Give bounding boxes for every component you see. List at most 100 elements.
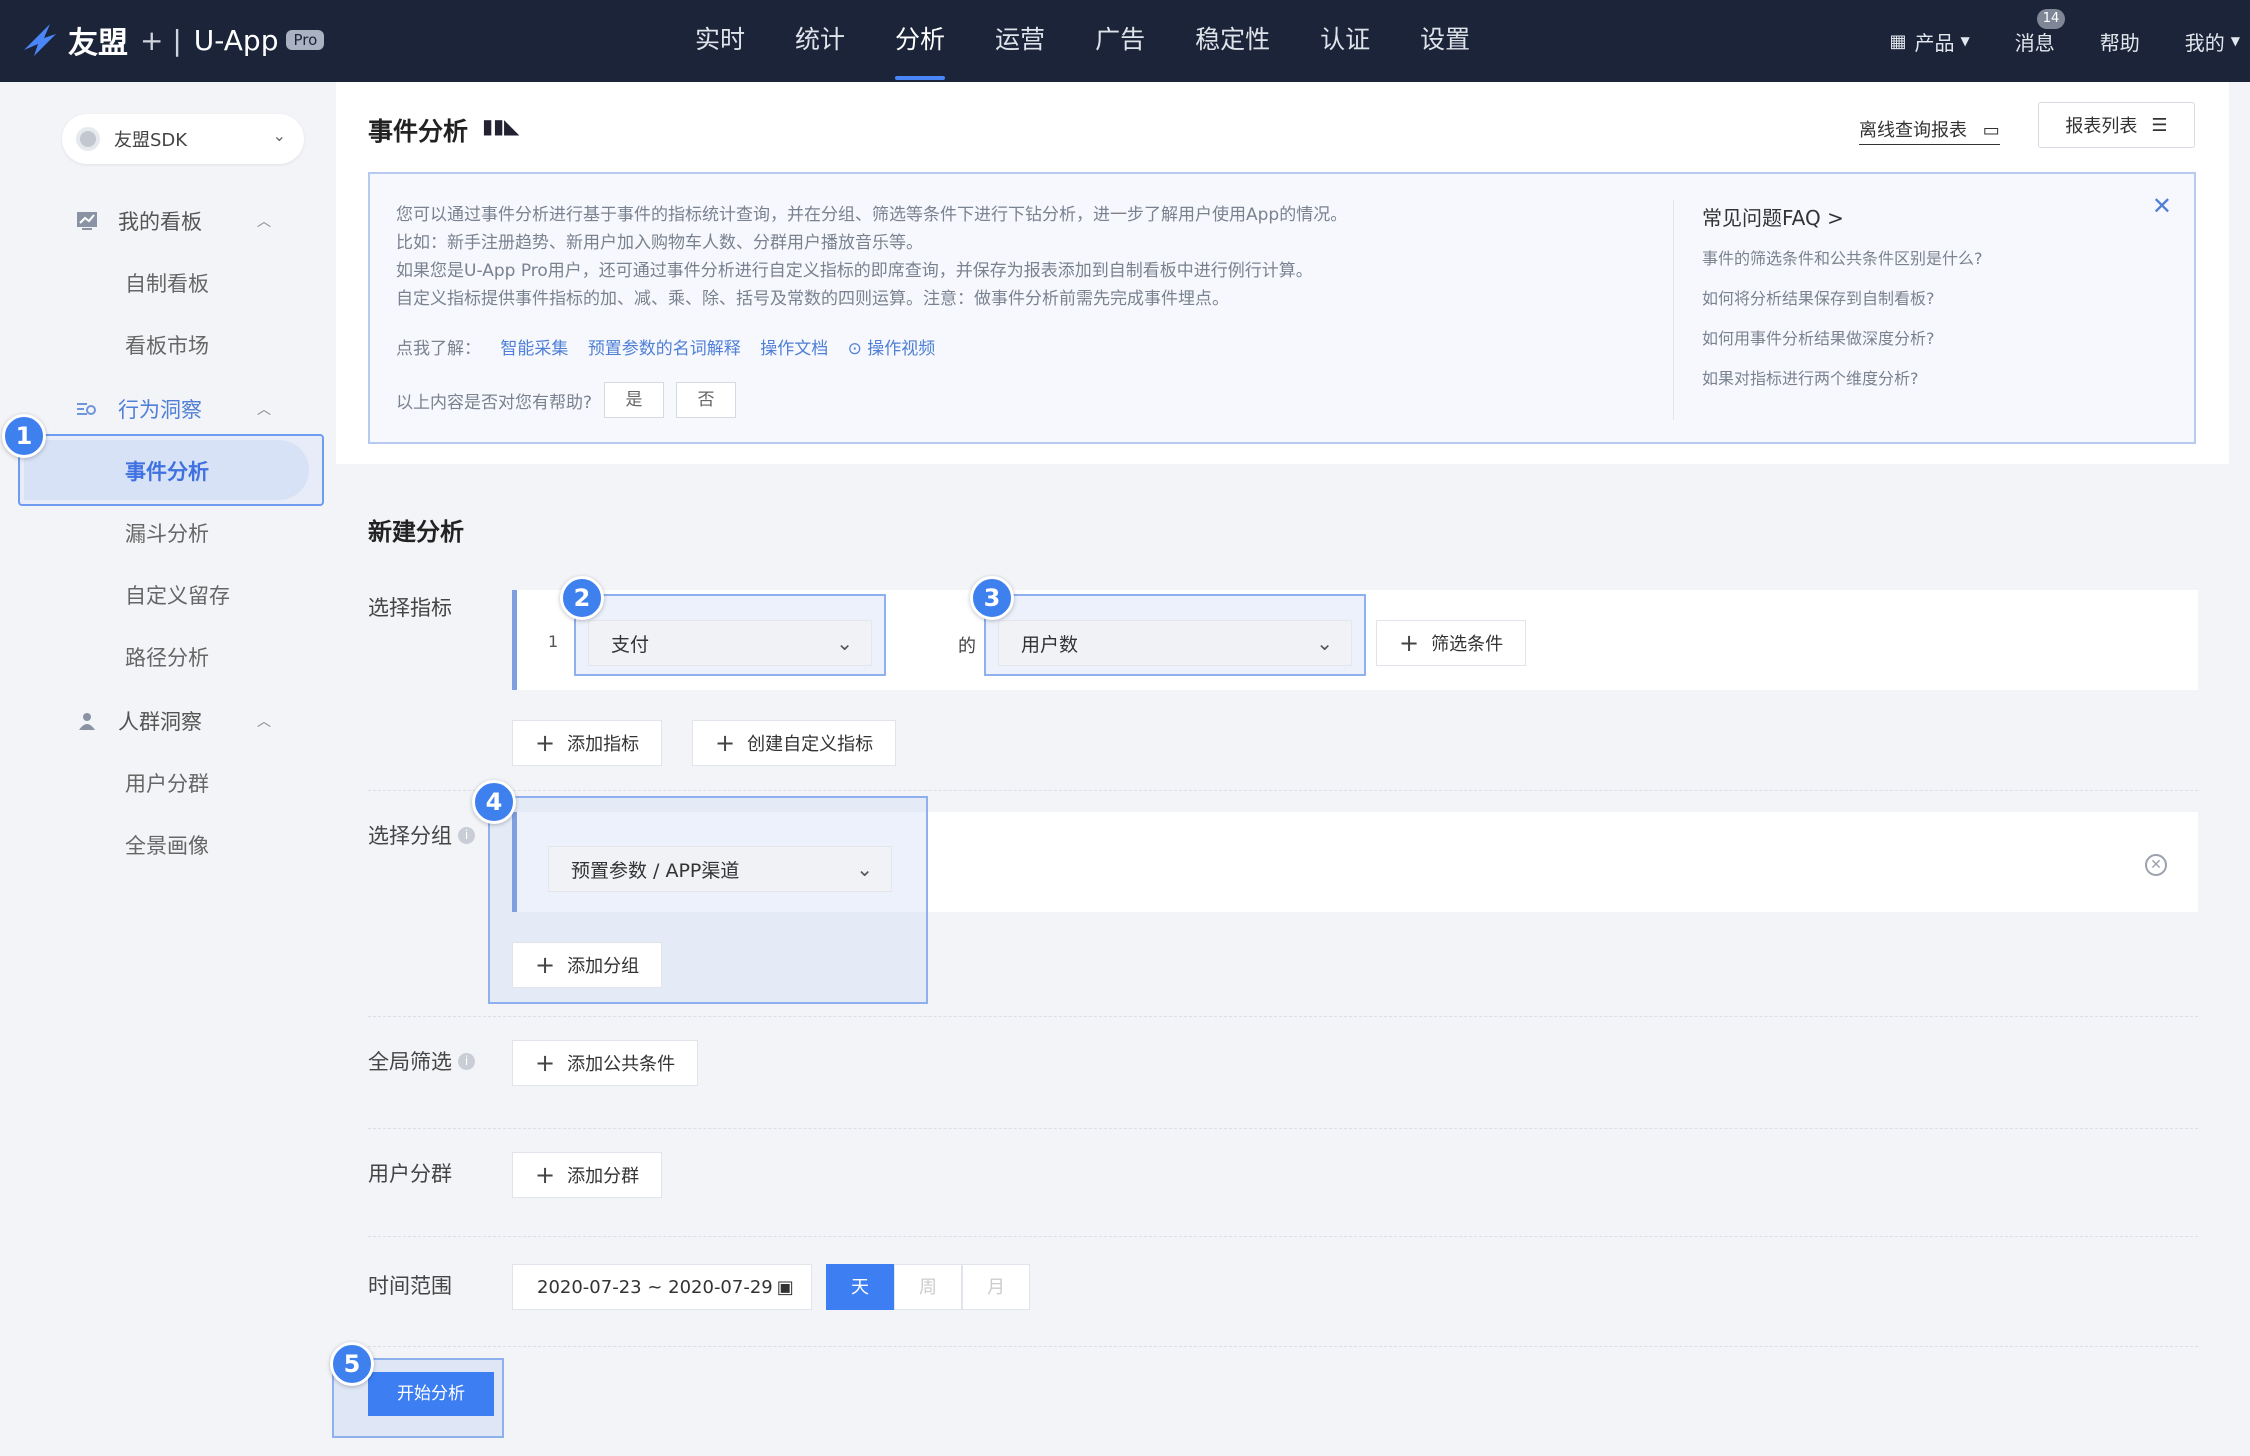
logo[interactable]: 友盟 + | U-App Pro (20, 14, 325, 66)
sdk-selector[interactable]: 友盟SDK ⌄ (62, 114, 304, 164)
nav-analysis[interactable]: 分析 (895, 0, 946, 82)
link-glossary[interactable]: 预置参数的名词解释 (588, 339, 741, 359)
date-range-value: 2020-07-23 ~ 2020-07-29 (537, 1276, 773, 1298)
time-range-label: 时间范围 (368, 1274, 452, 1298)
sidebar-item-funnel[interactable]: 漏斗分析 (125, 518, 209, 548)
behavior-icon (77, 403, 96, 415)
nav-stability[interactable]: 稳定性 (1195, 0, 1270, 82)
feedback-no-button[interactable]: 否 (676, 382, 737, 418)
offline-report-link[interactable]: 离线查询报表 ▭ (1859, 116, 2000, 145)
granularity-month[interactable]: 月 (962, 1264, 1030, 1310)
help-link[interactable]: 帮助 (2100, 27, 2140, 56)
plus-icon: + (715, 729, 736, 757)
faq-item[interactable]: 如何将分析结果保存到自制看板? (1702, 285, 1983, 309)
sidebar-item-user-segment[interactable]: 用户分群 (125, 768, 209, 798)
global-filter-label: 全局筛选 i (368, 1046, 475, 1076)
sidebar-group-behavior[interactable]: 行为洞察 ︿ (76, 394, 276, 424)
filter-condition-button[interactable]: + 筛选条件 (1376, 620, 1527, 666)
info-text: 比如：新手注册趋势、新用户加入购物车人数、分群用户播放音乐等。 (396, 233, 923, 253)
event-select[interactable]: 支付 ⌄ (588, 620, 872, 666)
book-icon[interactable]: ▮▮◣ (482, 114, 519, 138)
plus-icon: + (535, 1161, 556, 1189)
page-header: 事件分析 ▮▮◣ 离线查询报表 ▭ 报表列表 ☰ 您可以通过事件分析进行基于事件… (336, 82, 2229, 464)
granularity-day[interactable]: 天 (826, 1264, 894, 1310)
add-metric-label: 添加指标 (567, 734, 640, 755)
event-select-value: 支付 (611, 633, 650, 656)
sidebar-item-path[interactable]: 路径分析 (125, 642, 209, 672)
sidebar-group-dashboard[interactable]: 我的看板 ︿ (76, 206, 276, 236)
report-list-button[interactable]: 报表列表 ☰ (2038, 102, 2195, 148)
sidebar-group-label: 人群洞察 (118, 710, 202, 734)
form-title: 新建分析 (368, 518, 464, 546)
info-icon[interactable]: i (458, 1052, 475, 1070)
sidebar-item-board-market[interactable]: 看板市场 (125, 330, 209, 360)
start-analysis-button[interactable]: 开始分析 (368, 1372, 494, 1416)
measure-select[interactable]: 用户数 ⌄ (998, 620, 1352, 666)
main-nav: 实时 统计 分析 运营 广告 稳定性 认证 设置 (695, 0, 1520, 82)
faq-item[interactable]: 事件的筛选条件和公共条件区别是什么? (1702, 245, 1983, 269)
nav-operations[interactable]: 运营 (995, 0, 1045, 82)
create-custom-metric-button[interactable]: + 创建自定义指标 (692, 720, 897, 766)
mine-menu[interactable]: 我的 ▼ (2185, 27, 2240, 56)
nav-auth[interactable]: 认证 (1320, 0, 1370, 82)
link-video[interactable]: ⊙ 操作视频 (848, 339, 936, 359)
plus-icon: + (535, 729, 556, 757)
of-label: 的 (958, 636, 976, 657)
caret-up-icon: ︿ (257, 214, 271, 230)
chevron-down-icon: ⌄ (272, 126, 286, 145)
sidebar: 友盟SDK ⌄ 我的看板 ︿ 自制看板 看板市场 行为洞察 ︿ 事件分析 漏斗分… (0, 82, 335, 1456)
filter-condition-label: 筛选条件 (1431, 634, 1504, 655)
messages-link[interactable]: 消息 14 (2014, 8, 2066, 56)
product-menu[interactable]: ▦ 产品 ▼ (1890, 27, 1970, 56)
link-docs[interactable]: 操作文档 (760, 339, 828, 359)
add-metric-button[interactable]: + 添加指标 (512, 720, 663, 766)
learn-more-links: 点我了解： 智能采集 预置参数的名词解释 操作文档 ⊙ 操作视频 (396, 334, 935, 359)
sidebar-item-event-analysis[interactable]: 事件分析 (18, 434, 324, 506)
add-group-button[interactable]: + 添加分组 (512, 942, 663, 988)
group-select[interactable]: 预置参数 / APP渠道 ⌄ (548, 846, 892, 892)
add-common-condition-button[interactable]: + 添加公共条件 (512, 1040, 699, 1086)
faq-title[interactable]: 常见问题FAQ > (1702, 202, 1983, 231)
chevron-down-icon: ⌄ (1316, 631, 1333, 655)
info-text: 自定义指标提供事件指标的加、减、乘、除、括号及常数的四则运算。注意：做事件分析前… (396, 289, 1229, 309)
sidebar-item-panorama[interactable]: 全景画像 (125, 830, 209, 860)
remove-group-icon[interactable]: ✕ (2145, 854, 2167, 876)
callout-badge-4: 4 (472, 780, 516, 824)
group-label: 选择分组 i (368, 820, 475, 850)
metric-index: 1 (548, 632, 559, 651)
divider (368, 1016, 2198, 1017)
close-icon[interactable]: ✕ (2152, 192, 2172, 220)
link-smart-collect[interactable]: 智能采集 (500, 339, 568, 359)
nav-statistics[interactable]: 统计 (795, 0, 845, 82)
caret-up-icon: ︿ (257, 402, 271, 418)
sdk-icon (76, 127, 100, 151)
messages-label: 消息 (2014, 30, 2055, 55)
faq-item[interactable]: 如果对指标进行两个维度分析? (1702, 365, 1983, 389)
feedback-yes-button[interactable]: 是 (604, 382, 665, 418)
sidebar-item-custom-board[interactable]: 自制看板 (125, 268, 209, 298)
divider (368, 790, 2198, 791)
product-label: 产品 (1914, 30, 1955, 55)
faq-item[interactable]: 如何用事件分析结果做深度分析? (1702, 325, 1983, 349)
pro-badge: Pro (286, 30, 325, 50)
add-segment-button[interactable]: + 添加分群 (512, 1152, 663, 1198)
measure-select-value: 用户数 (1021, 633, 1079, 656)
global-filter-text: 全局筛选 (368, 1050, 452, 1074)
row-accent-bar (512, 812, 517, 912)
user-segment-label: 用户分群 (368, 1162, 452, 1186)
links-prefix: 点我了解： (396, 339, 481, 359)
nav-ads[interactable]: 广告 (1095, 0, 1145, 82)
callout-badge-3: 3 (970, 576, 1014, 620)
granularity-week[interactable]: 周 (894, 1264, 962, 1310)
sidebar-group-crowd[interactable]: 人群洞察 ︿ (76, 706, 276, 736)
sidebar-item-retention[interactable]: 自定义留存 (125, 580, 230, 610)
nav-realtime[interactable]: 实时 (695, 0, 745, 82)
date-range-picker[interactable]: 2020-07-23 ~ 2020-07-29 ▣ (512, 1264, 812, 1310)
add-group-label: 添加分组 (567, 956, 640, 977)
plus-icon: + (535, 951, 556, 979)
divider (368, 1346, 2198, 1347)
info-icon[interactable]: i (458, 826, 475, 844)
caret-up-icon: ︿ (257, 714, 271, 730)
nav-settings[interactable]: 设置 (1420, 0, 1470, 82)
report-list-label: 报表列表 (2065, 116, 2138, 137)
